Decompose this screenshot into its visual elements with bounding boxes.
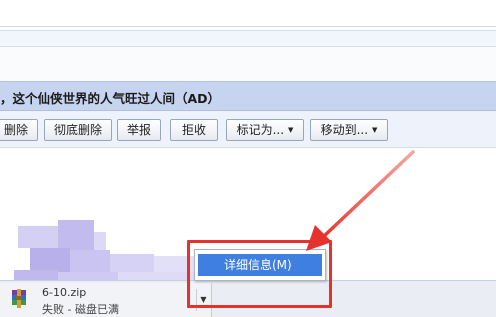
reject-button[interactable]: 拒收 [170, 119, 218, 141]
page-header-area [0, 47, 496, 81]
permanent-delete-button-label: 彻底删除 [53, 123, 102, 137]
delete-button[interactable]: 删除 [0, 119, 38, 141]
chevron-down-icon: ▼ [372, 126, 378, 134]
mark-as-button-label: 标记为... [236, 123, 285, 137]
permanent-delete-button[interactable]: 彻底删除 [44, 119, 112, 141]
report-button-label: 举报 [126, 123, 151, 137]
mark-as-button[interactable]: 标记为... ▼ [226, 119, 304, 141]
download-file-name: 6-10.zip [42, 286, 87, 299]
mail-subject-bar: ，这个仙侠世界的人气旺过人间（AD） [0, 81, 496, 111]
download-item[interactable]: 6-10.zip 失败 - 磁盘已满 ▼ [0, 283, 212, 317]
mail-subject: ，这个仙侠世界的人气旺过人间（AD） [0, 91, 221, 106]
delete-button-label: 删除 [3, 123, 28, 137]
download-status: 失败 - 磁盘已满 [42, 303, 119, 316]
winrar-archive-icon [12, 289, 26, 308]
top-divider [0, 26, 496, 27]
mail-toolbar: 删除 彻底删除 举报 拒收 标记为... ▼ 移动到... ▼ [0, 111, 496, 148]
move-to-button[interactable]: 移动到... ▼ [310, 119, 388, 141]
annotation-highlight-box [187, 240, 332, 308]
chevron-down-icon: ▼ [288, 126, 294, 134]
screenshot: ，这个仙侠世界的人气旺过人间（AD） 删除 彻底删除 举报 拒收 标记为... ▼… [0, 0, 496, 317]
report-button[interactable]: 举报 [117, 119, 161, 141]
reject-button-label: 拒收 [181, 123, 206, 137]
browser-toolbar-strip [0, 30, 496, 47]
move-to-button-label: 移动到... [320, 123, 369, 137]
